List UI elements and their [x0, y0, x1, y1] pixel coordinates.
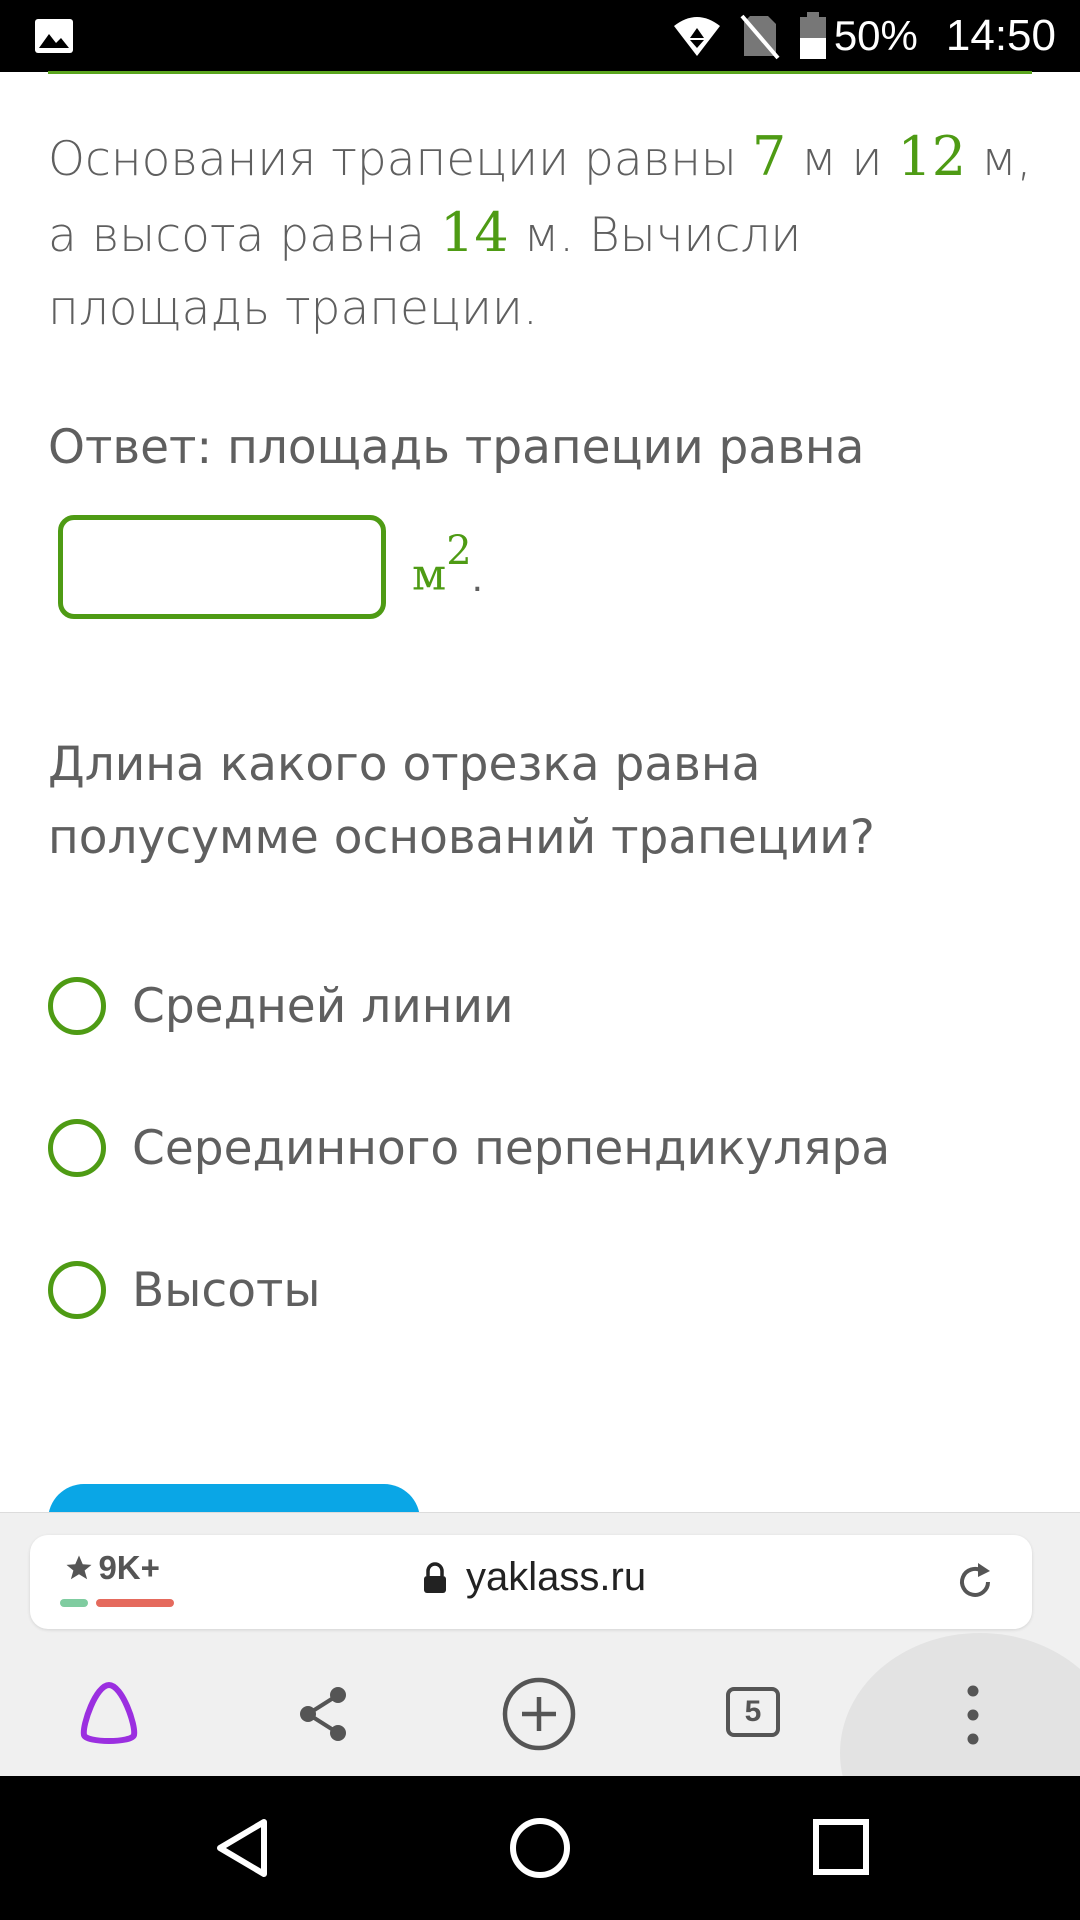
rating-bar-positive [60, 1599, 88, 1607]
status-bar: 50% 14:50 [0, 0, 1080, 72]
option-height[interactable]: Высоты [48, 1261, 320, 1319]
share-icon[interactable] [296, 1685, 350, 1743]
radio-button[interactable] [48, 1261, 106, 1319]
battery-percent: 50% [833, 12, 918, 59]
question2-text: Длина какого отрезка равна полусумме осн… [48, 737, 875, 865]
system-nav-bar [0, 1776, 1080, 1920]
question-text-part: м и [786, 132, 898, 187]
option-middle-line[interactable]: Средней линии [48, 977, 514, 1035]
rating-value: 9K+ [98, 1549, 160, 1586]
recents-icon[interactable] [812, 1818, 870, 1876]
task-text: Основания трапеции равны 7 м и 12 м, а в… [48, 120, 1032, 345]
back-icon[interactable] [212, 1816, 272, 1880]
height-value: 14 [440, 201, 509, 264]
wifi-icon [672, 14, 722, 58]
battery-icon [798, 12, 828, 60]
tabs-icon[interactable]: 5 [726, 1687, 780, 1737]
option-label[interactable]: Высоты [132, 1263, 320, 1318]
answer-row: м2 . [58, 515, 483, 619]
star-icon [66, 1555, 92, 1580]
clock: 14:50 [945, 11, 1056, 60]
question-text-part: Основания трапеции равны [48, 132, 752, 187]
rating-bar-negative [96, 1599, 174, 1607]
radio-button[interactable] [48, 1119, 106, 1177]
address-bar[interactable]: 9K+ yaklass.ru [30, 1535, 1032, 1629]
menu-dots-icon[interactable] [960, 1683, 986, 1747]
home-icon[interactable] [508, 1816, 572, 1880]
option-perpendicular-bisector[interactable]: Серединного перпендикуляра [48, 1119, 890, 1177]
base-1-value: 7 [751, 125, 787, 188]
question-text: Основания трапеции равны 7 м и 12 м, а в… [48, 120, 1032, 345]
radio-button[interactable] [48, 977, 106, 1035]
answer-end: . [471, 556, 483, 600]
option-label[interactable]: Серединного перпендикуляра [132, 1121, 890, 1176]
gallery-icon [35, 19, 73, 53]
divider [48, 71, 1032, 74]
lock-icon [424, 1561, 446, 1593]
browser-toolbar: 9K+ yaklass.ru 5 [0, 1512, 1080, 1873]
answer-label: Ответ: площадь трапеции равна [48, 420, 865, 475]
bottom-toolbar: 5 [0, 1649, 1080, 1777]
reload-icon[interactable] [954, 1561, 996, 1603]
unit-power: 2 [446, 528, 472, 575]
tab-count: 5 [726, 1687, 780, 1737]
answer-unit: м2 [412, 528, 472, 601]
unit-text: м [412, 550, 447, 601]
no-sim-icon [740, 12, 780, 60]
option-label[interactable]: Средней линии [132, 979, 514, 1034]
answer-input[interactable] [58, 515, 386, 619]
url-text[interactable]: yaklass.ru [466, 1555, 646, 1600]
base-2-value: 12 [897, 125, 967, 188]
url-display[interactable]: yaklass.ru [422, 1555, 646, 1600]
alice-icon[interactable] [74, 1677, 144, 1747]
add-tab-icon[interactable] [500, 1675, 578, 1753]
site-rating[interactable]: 9K+ [64, 1549, 160, 1587]
